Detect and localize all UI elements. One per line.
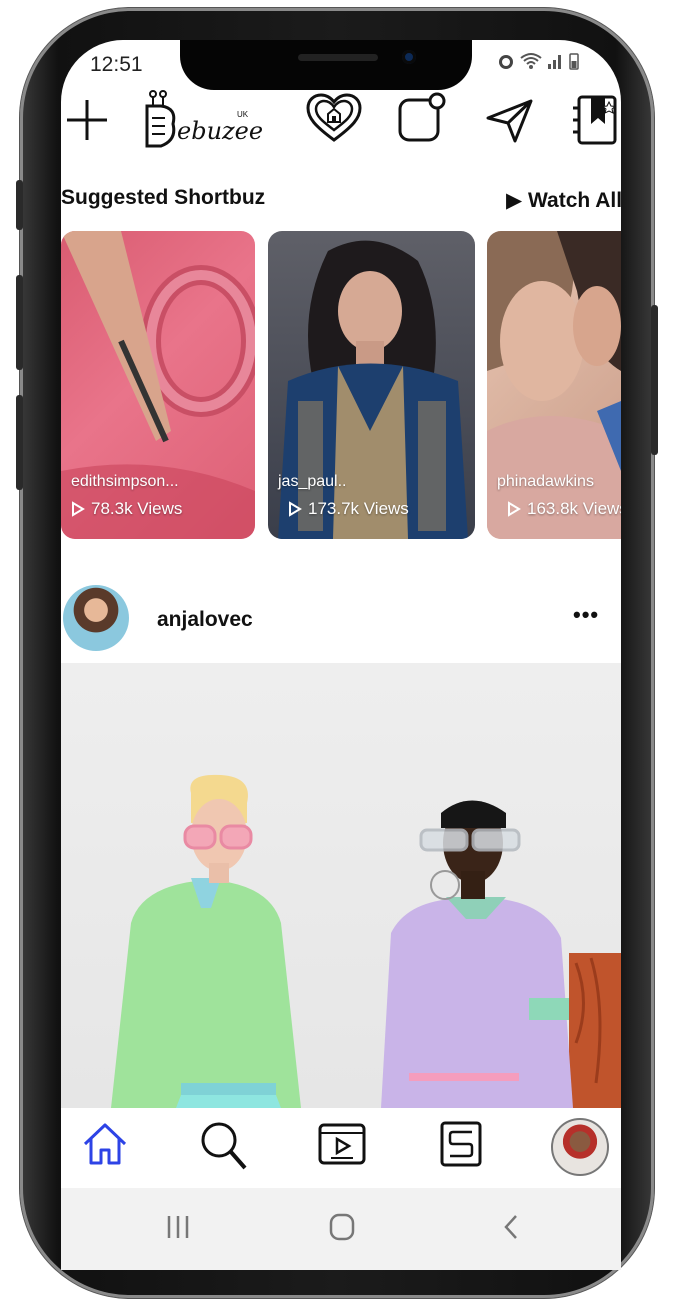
home-icon[interactable]	[81, 1120, 129, 1168]
side-button	[16, 180, 23, 230]
post-image[interactable]	[61, 663, 621, 1108]
short-username: jas_paul..	[278, 473, 347, 490]
play-icon	[72, 501, 85, 517]
bottom-nav	[61, 1108, 621, 1188]
search-icon[interactable]	[199, 1120, 249, 1172]
profile-avatar[interactable]	[551, 1118, 609, 1176]
watch-all-link[interactable]: ▶ Watch All	[506, 188, 621, 213]
status-time: 12:51	[90, 53, 143, 76]
play-icon	[508, 501, 521, 517]
short-views: 78.3k Views	[71, 499, 182, 519]
top-bar: ebuzee UK	[61, 86, 621, 156]
alarm-icon	[499, 55, 513, 69]
short-card[interactable]: edithsimpson... 78.3k Views	[61, 231, 255, 539]
shortbuz-icon[interactable]	[439, 1120, 483, 1168]
short-views-count: 163.8k Views	[527, 499, 621, 518]
short-card[interactable]: jas_paul.. 173.7k Views	[268, 231, 475, 539]
system-nav-bar	[61, 1188, 621, 1270]
send-icon[interactable]	[485, 98, 535, 144]
short-thumbnail	[487, 231, 621, 539]
short-thumbnail	[278, 240, 468, 539]
plus-icon[interactable]	[65, 98, 109, 142]
brand-logo-mark	[145, 90, 176, 148]
side-button	[651, 305, 658, 455]
avatar[interactable]	[63, 585, 129, 651]
side-button	[16, 395, 23, 490]
signal-icon	[548, 55, 561, 69]
post-header: anjalovec •••	[61, 580, 621, 660]
play-icon	[289, 501, 302, 517]
short-thumbnail	[61, 231, 255, 539]
short-username: edithsimpson...	[71, 473, 179, 490]
home-button-icon[interactable]	[327, 1212, 357, 1242]
status-icons	[496, 52, 580, 70]
short-views-count: 173.7k Views	[308, 499, 409, 518]
video-icon[interactable]	[317, 1120, 367, 1168]
post-photo	[111, 774, 621, 1108]
battery-icon	[569, 53, 579, 70]
brand-logo[interactable]: ebuzee UK	[143, 88, 263, 154]
heart-home-icon[interactable]	[305, 92, 363, 144]
recent-apps-icon[interactable]	[163, 1212, 193, 1242]
bookmark-star-icon[interactable]	[569, 94, 621, 148]
notch	[180, 40, 472, 90]
new-post-icon[interactable]	[397, 92, 447, 144]
short-card[interactable]: phinadawkins 163.8k Views	[487, 231, 621, 539]
more-options-button[interactable]: •••	[573, 602, 599, 628]
post-username[interactable]: anjalovec	[157, 608, 253, 632]
back-icon[interactable]	[497, 1212, 527, 1242]
brand-name: ebuzee	[177, 117, 264, 145]
short-views-count: 78.3k Views	[91, 499, 183, 518]
short-views: 173.7k Views	[288, 499, 409, 519]
short-username: phinadawkins	[497, 473, 594, 490]
short-views: 163.8k Views	[507, 499, 621, 519]
brand-region: UK	[237, 110, 249, 119]
section-title: Suggested Shortbuz	[61, 186, 266, 209]
wifi-icon	[520, 53, 542, 69]
side-button	[16, 275, 23, 370]
